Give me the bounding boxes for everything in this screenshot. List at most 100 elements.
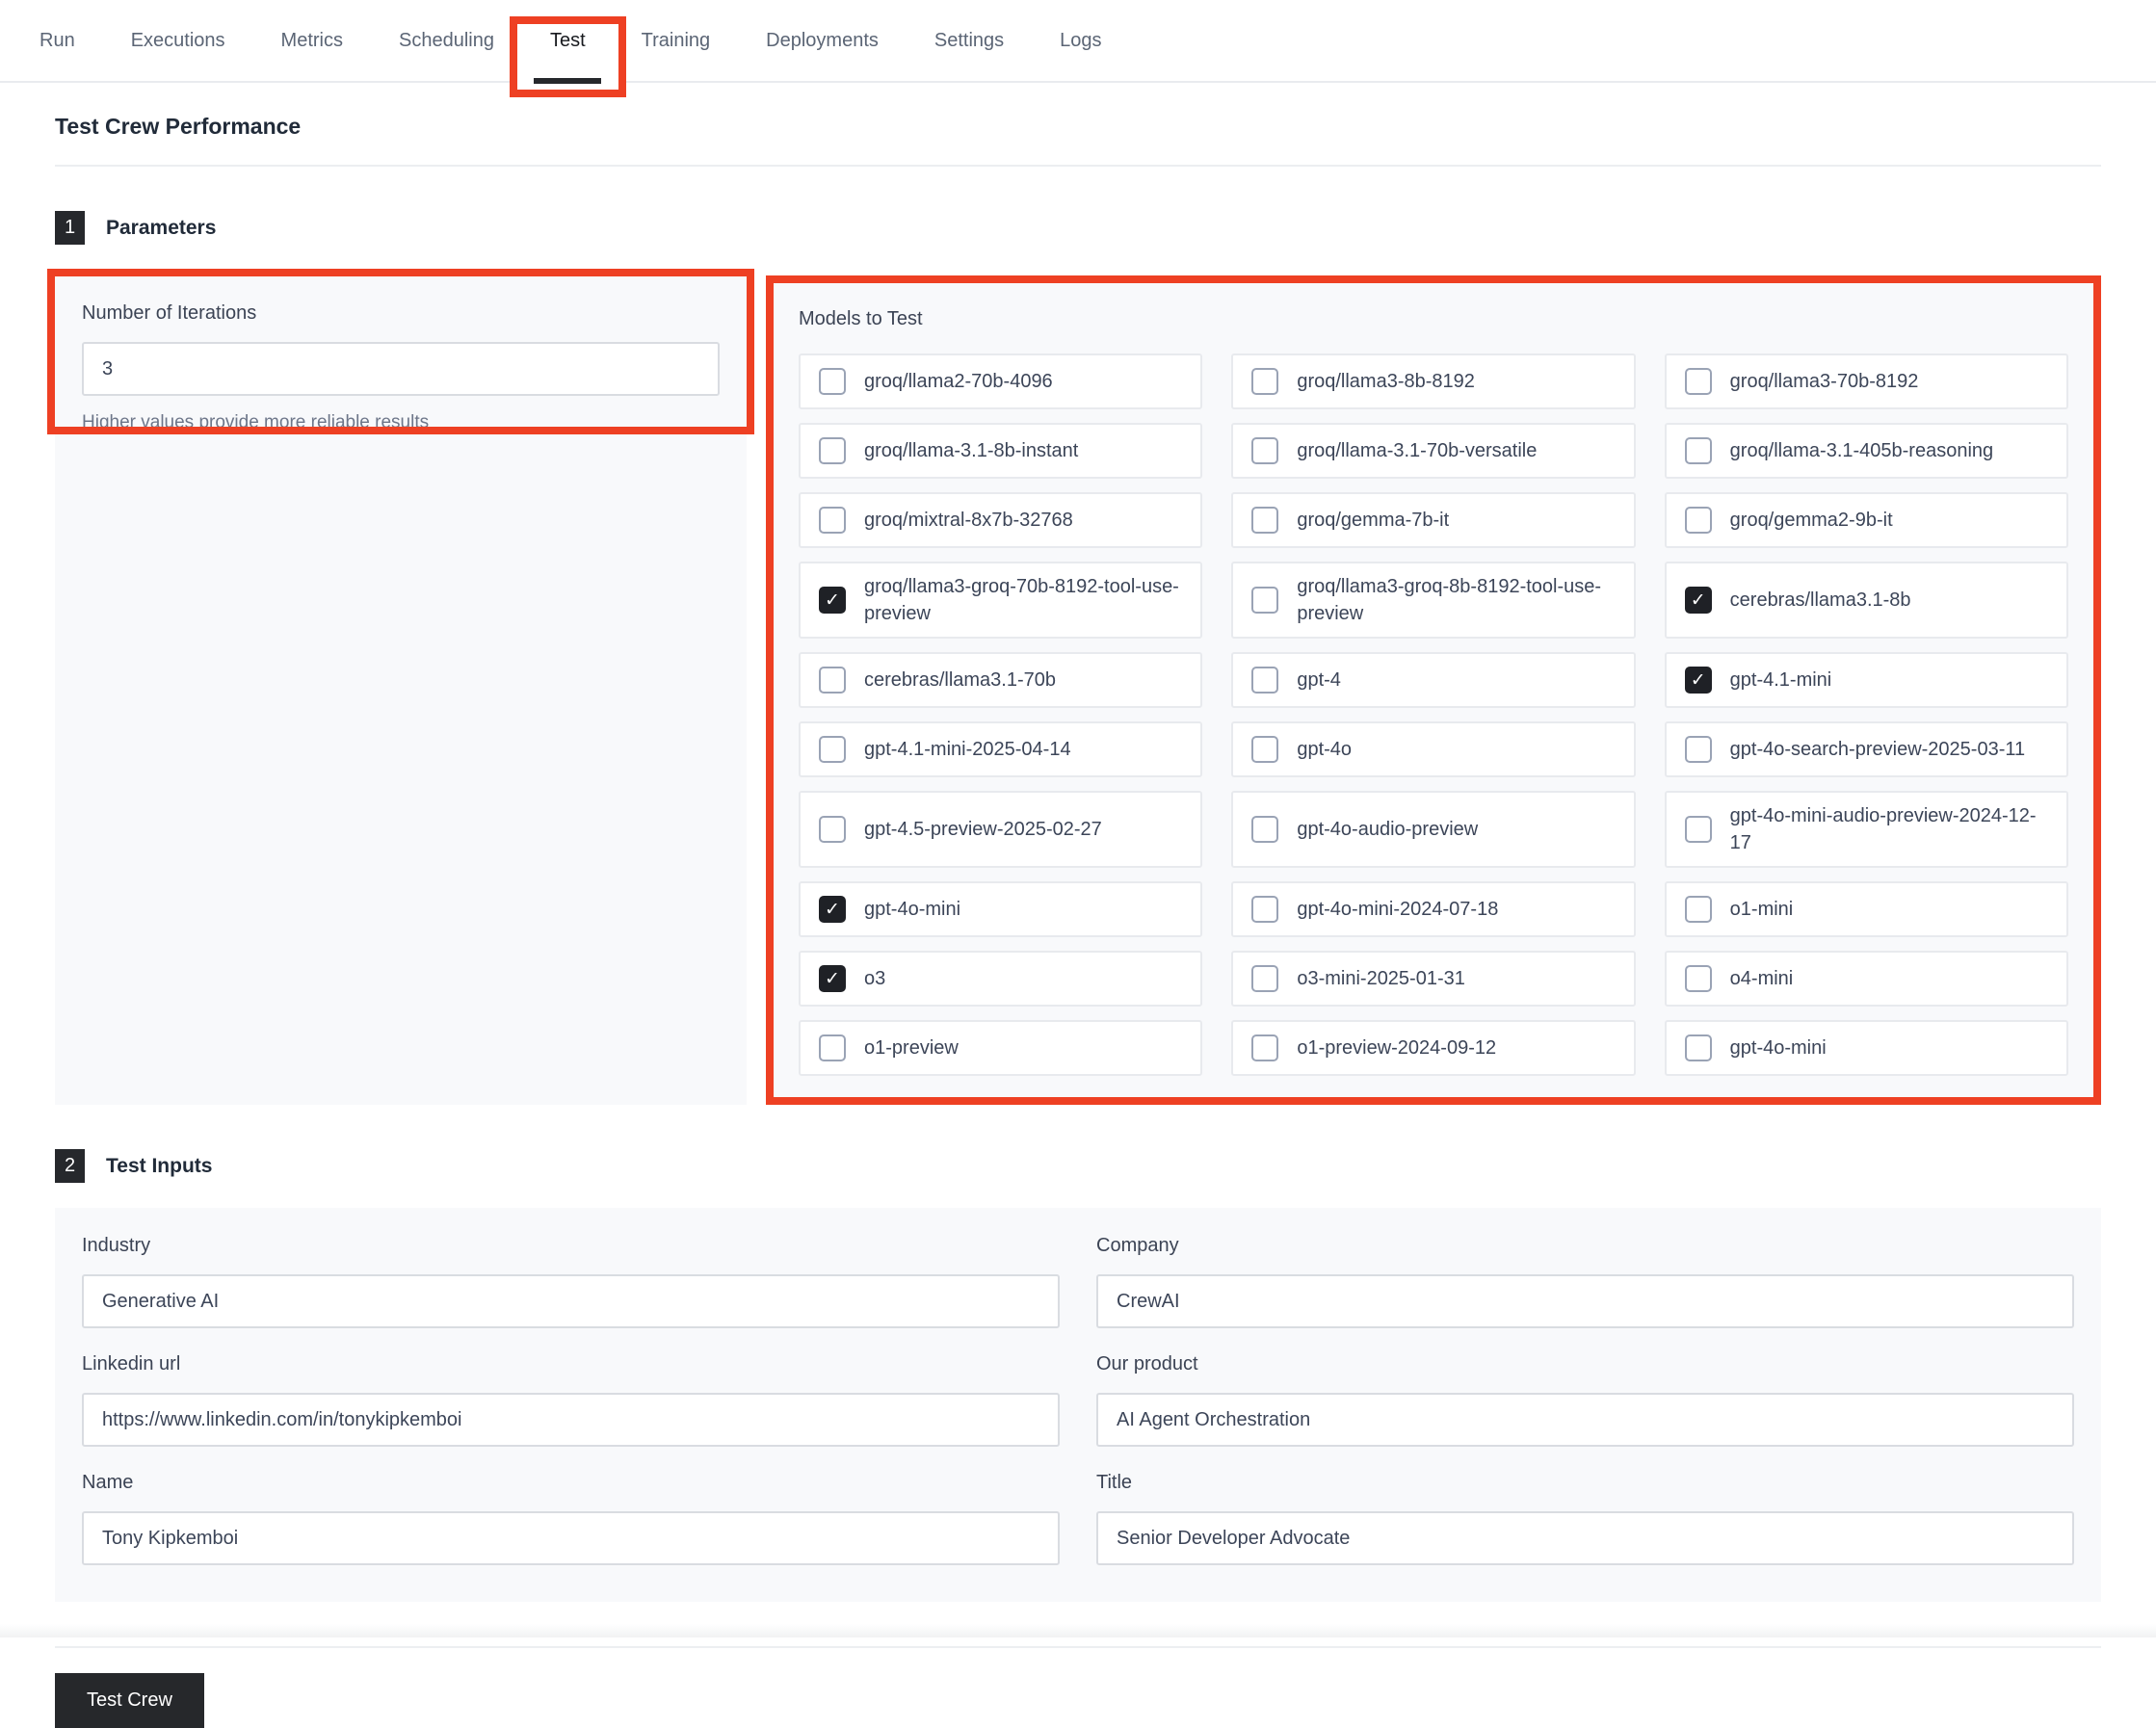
model-checkbox[interactable]: ✓ xyxy=(1685,507,1712,534)
tab-training[interactable]: Training xyxy=(614,0,739,81)
model-checkbox[interactable]: ✓ xyxy=(1685,896,1712,923)
model-checkbox[interactable]: ✓ xyxy=(819,965,846,992)
model-checkbox[interactable]: ✓ xyxy=(1251,965,1278,992)
tab-settings[interactable]: Settings xyxy=(907,0,1032,81)
model-option[interactable]: ✓ groq/llama2-70b-4096 xyxy=(799,353,1202,409)
model-checkbox[interactable]: ✓ xyxy=(1685,437,1712,464)
model-checkbox[interactable]: ✓ xyxy=(819,587,846,614)
model-option-label: gpt-4o-mini-audio-preview-2024-12-17 xyxy=(1730,802,2055,856)
model-checkbox[interactable]: ✓ xyxy=(1251,587,1278,614)
model-checkbox[interactable]: ✓ xyxy=(1251,368,1278,395)
model-checkbox[interactable]: ✓ xyxy=(1685,816,1712,843)
model-checkbox[interactable]: ✓ xyxy=(1251,816,1278,843)
nav-tab-label: Settings xyxy=(934,30,1004,52)
field-input-company[interactable] xyxy=(1096,1274,2074,1328)
model-option[interactable]: ✓ gpt-4.1-mini-2025-04-14 xyxy=(799,721,1202,777)
model-checkbox[interactable]: ✓ xyxy=(819,667,846,694)
model-option[interactable]: ✓ gpt-4 xyxy=(1231,652,1635,708)
model-checkbox[interactable]: ✓ xyxy=(1685,667,1712,694)
model-option[interactable]: ✓ groq/gemma2-9b-it xyxy=(1665,492,2068,548)
model-checkbox[interactable]: ✓ xyxy=(1685,368,1712,395)
model-checkbox[interactable]: ✓ xyxy=(1685,965,1712,992)
model-option[interactable]: ✓ o1-mini xyxy=(1665,881,2068,937)
model-checkbox[interactable]: ✓ xyxy=(1685,587,1712,614)
model-option[interactable]: ✓ gpt-4o-mini-audio-preview-2024-12-17 xyxy=(1665,791,2068,868)
check-icon: ✓ xyxy=(825,901,840,919)
model-option-label: groq/llama3-groq-70b-8192-tool-use-previ… xyxy=(864,573,1189,627)
model-option[interactable]: ✓ o1-preview xyxy=(799,1020,1202,1076)
model-option[interactable]: ✓ groq/llama3-70b-8192 xyxy=(1665,353,2068,409)
field-label: Name xyxy=(82,1472,1060,1494)
model-checkbox[interactable]: ✓ xyxy=(819,437,846,464)
model-option-label: o1-mini xyxy=(1730,896,1794,923)
tab-run[interactable]: Run xyxy=(12,0,103,81)
model-option-label: gpt-4.1-mini xyxy=(1730,667,1832,694)
model-checkbox[interactable]: ✓ xyxy=(1251,507,1278,534)
model-option-label: gpt-4o-audio-preview xyxy=(1297,816,1478,843)
model-option-label: groq/gemma2-9b-it xyxy=(1730,507,1893,534)
model-option[interactable]: ✓ cerebras/llama3.1-70b xyxy=(799,652,1202,708)
field-input-linkedin-url[interactable] xyxy=(82,1393,1060,1447)
model-checkbox[interactable]: ✓ xyxy=(1251,896,1278,923)
model-checkbox[interactable]: ✓ xyxy=(819,368,846,395)
model-option-label: gpt-4o-mini xyxy=(1730,1034,1827,1061)
model-option[interactable]: ✓ o4-mini xyxy=(1665,951,2068,1007)
field-input-name[interactable] xyxy=(82,1511,1060,1565)
test-input-field: Industry xyxy=(82,1235,1060,1328)
field-input-title[interactable] xyxy=(1096,1511,2074,1565)
model-option[interactable]: ✓ cerebras/llama3.1-8b xyxy=(1665,562,2068,639)
tab-test[interactable]: Test xyxy=(522,0,614,81)
model-option[interactable]: ✓ o1-preview-2024-09-12 xyxy=(1231,1020,1635,1076)
model-option[interactable]: ✓ gpt-4o-mini-2024-07-18 xyxy=(1231,881,1635,937)
nav-tab-label: Test xyxy=(550,30,586,52)
model-option[interactable]: ✓ groq/mixtral-8x7b-32768 xyxy=(799,492,1202,548)
model-option[interactable]: ✓ groq/llama-3.1-8b-instant xyxy=(799,423,1202,479)
nav-tab-label: Scheduling xyxy=(399,30,494,52)
iterations-input[interactable] xyxy=(82,342,720,396)
model-checkbox[interactable]: ✓ xyxy=(819,736,846,763)
model-checkbox[interactable]: ✓ xyxy=(1685,1034,1712,1061)
model-checkbox[interactable]: ✓ xyxy=(819,507,846,534)
model-checkbox[interactable]: ✓ xyxy=(1251,1034,1278,1061)
model-option-label: gpt-4.1-mini-2025-04-14 xyxy=(864,736,1071,763)
field-label: Title xyxy=(1096,1472,2074,1494)
field-input-industry[interactable] xyxy=(82,1274,1060,1328)
model-checkbox[interactable]: ✓ xyxy=(819,1034,846,1061)
model-option[interactable]: ✓ groq/llama3-groq-8b-8192-tool-use-prev… xyxy=(1231,562,1635,639)
model-checkbox[interactable]: ✓ xyxy=(819,816,846,843)
tab-executions[interactable]: Executions xyxy=(103,0,253,81)
model-option[interactable]: ✓ groq/llama-3.1-70b-versatile xyxy=(1231,423,1635,479)
model-option[interactable]: ✓ groq/llama-3.1-405b-reasoning xyxy=(1665,423,2068,479)
model-checkbox[interactable]: ✓ xyxy=(1251,437,1278,464)
model-option-label: gpt-4o-mini-2024-07-18 xyxy=(1297,896,1498,923)
test-crew-button[interactable]: Test Crew xyxy=(55,1673,204,1728)
tab-metrics[interactable]: Metrics xyxy=(253,0,371,81)
parameters-row: Number of Iterations Higher values provi… xyxy=(55,275,2101,1105)
field-label: Company xyxy=(1096,1235,2074,1257)
model-option[interactable]: ✓ groq/llama3-8b-8192 xyxy=(1231,353,1635,409)
model-checkbox[interactable]: ✓ xyxy=(1251,736,1278,763)
model-option[interactable]: ✓ gpt-4.5-preview-2025-02-27 xyxy=(799,791,1202,868)
model-option[interactable]: ✓ gpt-4o-search-preview-2025-03-11 xyxy=(1665,721,2068,777)
model-option[interactable]: ✓ groq/llama3-groq-70b-8192-tool-use-pre… xyxy=(799,562,1202,639)
model-option[interactable]: ✓ gpt-4o-audio-preview xyxy=(1231,791,1635,868)
model-option[interactable]: ✓ o3-mini-2025-01-31 xyxy=(1231,951,1635,1007)
tab-logs[interactable]: Logs xyxy=(1032,0,1129,81)
model-checkbox[interactable]: ✓ xyxy=(819,896,846,923)
tab-deployments[interactable]: Deployments xyxy=(738,0,907,81)
model-checkbox[interactable]: ✓ xyxy=(1251,667,1278,694)
field-label: Linkedin url xyxy=(82,1353,1060,1375)
tab-scheduling[interactable]: Scheduling xyxy=(371,0,522,81)
model-option-label: groq/llama3-8b-8192 xyxy=(1297,368,1475,395)
model-option[interactable]: ✓ o3 xyxy=(799,951,1202,1007)
model-option-label: gpt-4.5-preview-2025-02-27 xyxy=(864,816,1102,843)
model-option[interactable]: ✓ groq/gemma-7b-it xyxy=(1231,492,1635,548)
model-option[interactable]: ✓ gpt-4o-mini xyxy=(1665,1020,2068,1076)
nav-tab-label: Deployments xyxy=(766,30,879,52)
iterations-panel: Number of Iterations Higher values provi… xyxy=(55,275,747,1105)
model-option[interactable]: ✓ gpt-4o xyxy=(1231,721,1635,777)
model-option[interactable]: ✓ gpt-4o-mini xyxy=(799,881,1202,937)
field-input-our-product[interactable] xyxy=(1096,1393,2074,1447)
model-option[interactable]: ✓ gpt-4.1-mini xyxy=(1665,652,2068,708)
model-checkbox[interactable]: ✓ xyxy=(1685,736,1712,763)
